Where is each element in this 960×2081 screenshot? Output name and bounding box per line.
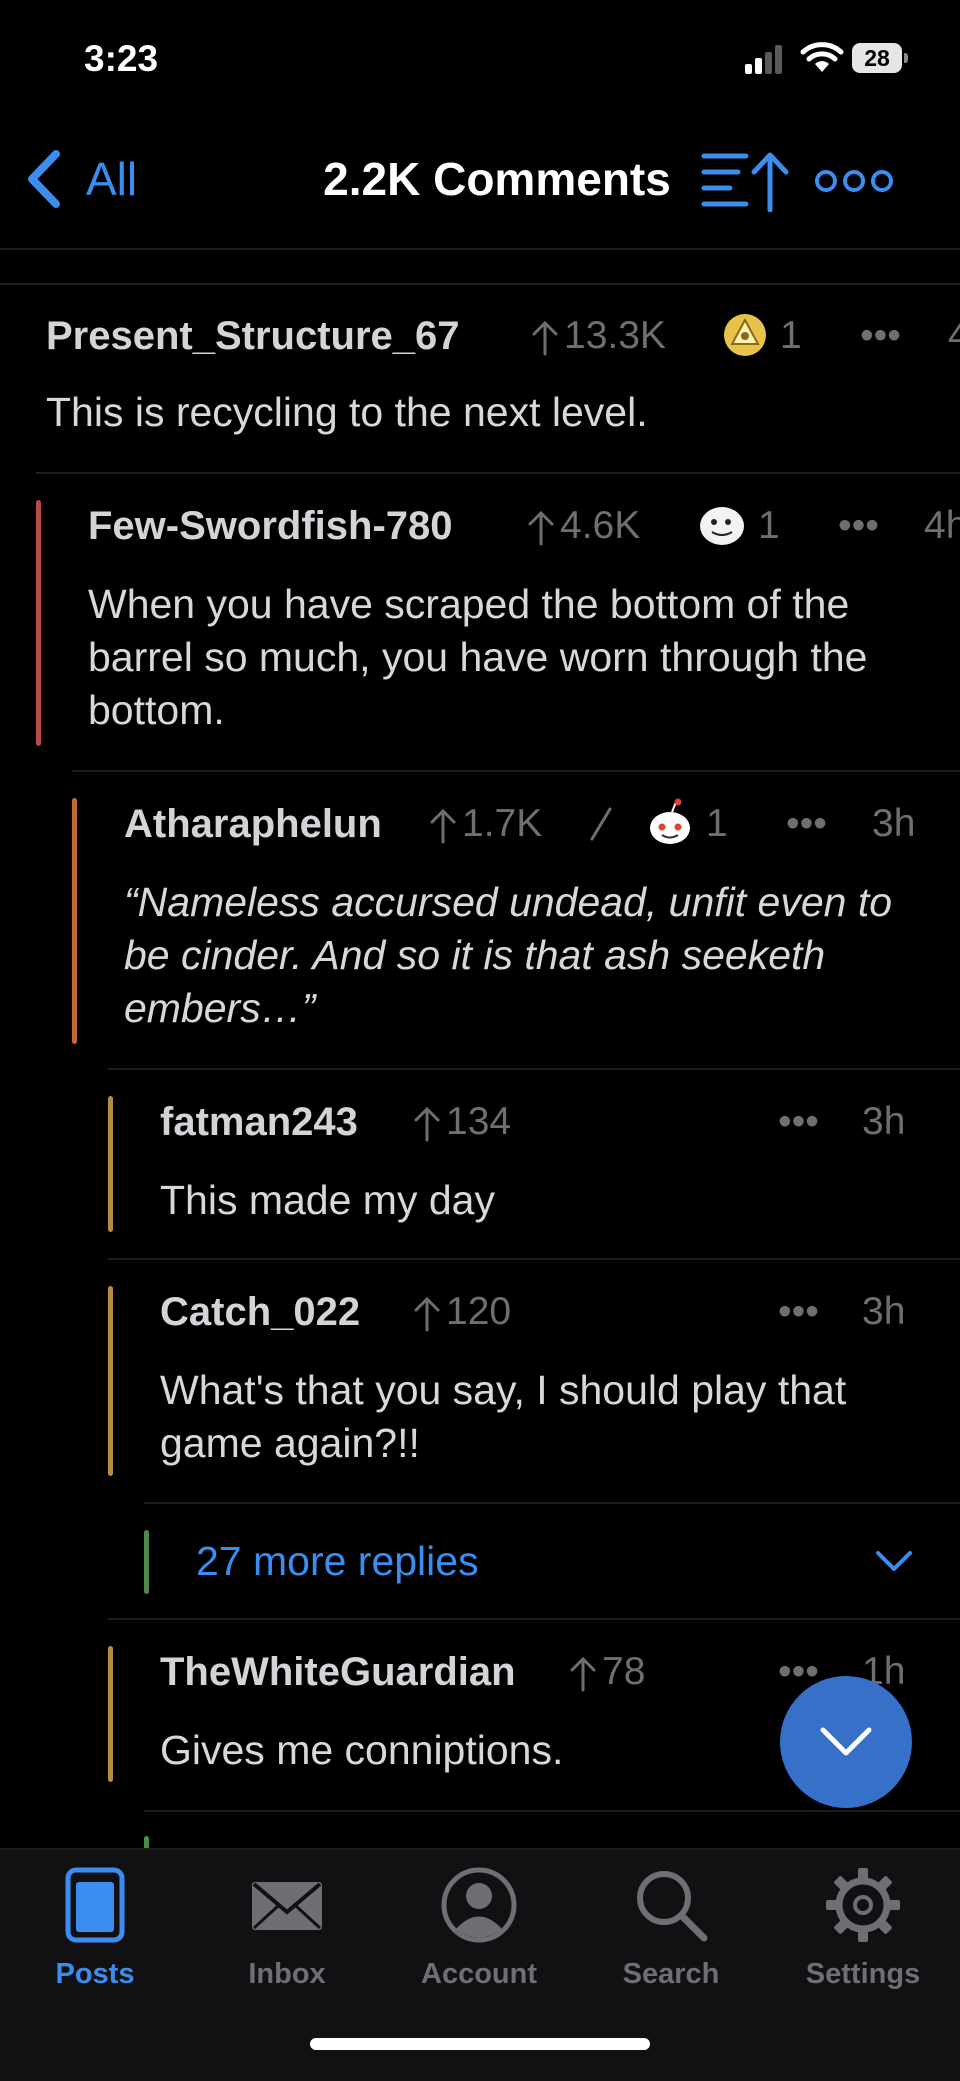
home-indicator[interactable] <box>310 2038 650 2050</box>
edited-icon <box>590 807 612 841</box>
battery-icon: 28 <box>852 43 910 75</box>
comment-age: 4h <box>924 504 960 547</box>
comment-body: What's that you say, I should play that … <box>160 1367 847 1466</box>
award-icon <box>700 507 744 545</box>
account-icon <box>441 1867 517 1943</box>
comment-score: 13.3K <box>532 314 666 358</box>
comment-body: This is recycling to the next level. <box>46 389 648 435</box>
more-options-icon[interactable] <box>814 166 894 196</box>
comment-score: 1.7K <box>430 802 542 846</box>
battery-level: 28 <box>852 43 902 73</box>
snoo-award-icon <box>650 798 690 844</box>
award-count: 1 <box>758 504 780 547</box>
thread-line <box>72 798 77 1044</box>
upvote-icon <box>528 510 554 546</box>
comment-body: “Nameless accursed undead, unfit even to… <box>124 879 893 1031</box>
comment-author[interactable]: fatman243 <box>160 1100 358 1145</box>
tab-settings[interactable]: Settings <box>788 1866 938 1991</box>
wifi-icon <box>800 42 844 72</box>
comment-author[interactable]: Present_Structure_67 <box>46 314 460 359</box>
comment-author[interactable]: Catch_022 <box>160 1290 360 1335</box>
comment-author[interactable]: TheWhiteGuardian <box>160 1650 516 1695</box>
comment-score: 78 <box>570 1650 645 1694</box>
chevron-down-icon[interactable] <box>874 1548 914 1574</box>
posts-icon <box>65 1867 125 1943</box>
comment-age: 3h <box>872 802 916 845</box>
upvote-icon <box>532 320 558 356</box>
envelope-icon <box>252 1882 322 1930</box>
comment-age: 3h <box>862 1100 906 1143</box>
sort-icon[interactable] <box>700 150 792 212</box>
tab-label: Account <box>421 1958 537 1990</box>
tab-account[interactable]: Account <box>404 1866 554 1991</box>
comment-more-icon[interactable]: ••• <box>778 1290 819 1334</box>
comment-score: 120 <box>414 1290 511 1334</box>
comment-age: 3h <box>862 1290 906 1333</box>
comment-more-icon[interactable]: ••• <box>778 1100 819 1144</box>
comment-score: 4.6K <box>528 504 640 548</box>
thread-line <box>108 1646 113 1782</box>
tab-posts[interactable]: Posts <box>20 1866 170 1991</box>
chevron-down-icon <box>820 1727 872 1756</box>
tab-label: Inbox <box>248 1958 326 1990</box>
search-icon <box>637 1871 708 1942</box>
award-count: 1 <box>780 314 802 357</box>
thread-line <box>108 1286 113 1476</box>
status-time: 3:23 <box>84 38 159 79</box>
comment-more-icon[interactable]: ••• <box>786 802 827 846</box>
tab-inbox[interactable]: Inbox <box>212 1866 362 1991</box>
comment-body: When you have scraped the bottom of the … <box>88 581 868 733</box>
gear-icon <box>826 1868 900 1942</box>
comment-score: 134 <box>414 1100 511 1144</box>
upvote-icon <box>414 1296 440 1332</box>
comment-age: 4 <box>948 314 960 357</box>
more-replies-link[interactable]: 27 more replies <box>196 1538 479 1585</box>
thread-line <box>144 1530 149 1594</box>
thread-line <box>36 500 41 746</box>
tab-label: Search <box>622 1958 720 1990</box>
comment-author[interactable]: Few-Swordfish-780 <box>88 504 453 549</box>
comment-author[interactable]: Atharaphelun <box>124 802 382 847</box>
comment-more-icon[interactable]: ••• <box>838 504 879 548</box>
tab-label: Posts <box>55 1958 135 1990</box>
upvote-icon <box>570 1656 596 1692</box>
signal-icon <box>745 45 782 74</box>
tab-label: Settings <box>805 1958 921 1990</box>
upvote-icon <box>430 808 456 844</box>
tab-search[interactable]: Search <box>596 1866 746 1991</box>
next-comment-button[interactable] <box>780 1676 912 1808</box>
upvote-icon <box>414 1106 440 1142</box>
thread-line <box>108 1096 113 1232</box>
comment-body: This made my day <box>160 1177 495 1223</box>
award-icon <box>724 314 766 356</box>
award-count: 1 <box>706 802 728 845</box>
comment-more-icon[interactable]: ••• <box>860 314 901 358</box>
